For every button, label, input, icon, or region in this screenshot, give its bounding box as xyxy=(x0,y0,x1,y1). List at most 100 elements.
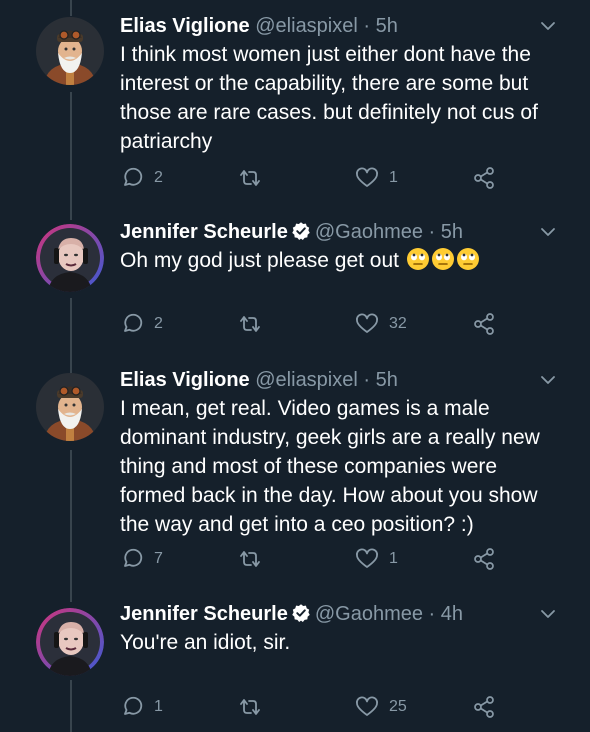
share-button[interactable] xyxy=(472,166,496,190)
tweet-text-line: I mean, get real. Video games is a male xyxy=(120,397,490,420)
user-handle[interactable]: @Gaohmee xyxy=(315,221,423,243)
display-name[interactable]: Jennifer Scheurle xyxy=(120,603,288,625)
share-icon xyxy=(474,696,494,718)
reply-count: 2 xyxy=(154,315,163,332)
thread-line xyxy=(70,450,72,602)
reply-button[interactable]: 1 xyxy=(120,695,163,719)
tweet-text-line: You're an idiot, sir. xyxy=(120,631,291,654)
avatar[interactable] xyxy=(36,608,104,676)
user-handle[interactable]: @Gaohmee xyxy=(315,603,423,625)
tweet-text-line: those are rare cases. but definitely not… xyxy=(120,101,538,124)
avatar[interactable] xyxy=(36,224,104,292)
display-name[interactable]: Elias Viglione xyxy=(120,15,250,37)
chevron-down-icon[interactable] xyxy=(540,372,556,388)
reply-icon xyxy=(124,313,143,332)
like-count: 25 xyxy=(389,698,407,715)
thread-line xyxy=(70,0,72,16)
tweet-actions: 1 25 xyxy=(0,695,590,721)
reply-icon xyxy=(124,696,143,715)
tweet-actions: 7 1 xyxy=(0,547,590,573)
tweet-text-line: formed back in the day. How about you sh… xyxy=(120,484,538,507)
share-button[interactable] xyxy=(472,695,496,719)
reply-button[interactable]: 7 xyxy=(120,547,163,571)
user-handle[interactable]: @eliaspixel xyxy=(255,369,358,391)
thread-line xyxy=(70,92,72,220)
retweet-button[interactable] xyxy=(237,312,273,336)
elias-avatar xyxy=(36,17,104,85)
jennifer-avatar xyxy=(36,224,104,292)
tweet-header: Elias Viglione @eliaspixel · 5h xyxy=(120,12,398,40)
eye-roll-emoji xyxy=(456,248,479,270)
like-button[interactable]: 1 xyxy=(355,547,398,571)
share-icon xyxy=(474,167,494,189)
chevron-down-icon[interactable] xyxy=(540,18,556,34)
separator-dot: · xyxy=(363,15,371,37)
tweet-text: You're an idiot, sir. xyxy=(120,628,565,657)
verified-badge-icon xyxy=(292,222,310,240)
reply-count: 2 xyxy=(154,169,163,186)
tweet-actions: 2 1 xyxy=(0,166,590,192)
chevron-down-icon[interactable] xyxy=(540,606,556,622)
retweet-button[interactable] xyxy=(237,166,273,190)
timestamp[interactable]: 5h xyxy=(376,15,398,37)
like-button[interactable]: 32 xyxy=(355,312,407,336)
retweet-icon xyxy=(240,316,260,332)
retweet-icon xyxy=(240,551,260,567)
display-name[interactable]: Elias Viglione xyxy=(120,369,250,391)
like-count: 32 xyxy=(389,315,407,332)
reply-icon xyxy=(124,548,143,567)
verified-badge-icon xyxy=(292,604,310,622)
display-name[interactable]: Jennifer Scheurle xyxy=(120,221,288,243)
timestamp[interactable]: 5h xyxy=(376,369,398,391)
avatar[interactable] xyxy=(36,17,104,85)
reply-count: 7 xyxy=(154,550,163,567)
retweet-icon xyxy=(240,170,260,186)
share-button[interactable] xyxy=(472,312,496,336)
tweet-text-line: dominant industry, geek girls are a real… xyxy=(120,426,540,449)
heart-icon xyxy=(356,548,378,568)
tweet-text-line: the way and get into a ceo position? :) xyxy=(120,513,474,536)
separator-dot: · xyxy=(428,603,436,625)
timestamp[interactable]: 4h xyxy=(441,603,463,625)
tweet-text: I mean, get real. Video games is a male … xyxy=(120,394,565,539)
heart-icon xyxy=(356,696,378,716)
user-handle[interactable]: @eliaspixel xyxy=(255,15,358,37)
retweet-button[interactable] xyxy=(237,695,273,719)
like-button[interactable]: 1 xyxy=(355,166,398,190)
heart-icon xyxy=(356,313,378,333)
jennifer-avatar xyxy=(36,608,104,676)
eye-roll-emoji xyxy=(431,248,454,270)
tweet-actions: 2 32 xyxy=(0,312,590,338)
tweet-text: Oh my god just please get out xyxy=(120,246,565,275)
tweet-text-line: I think most women just either dont have… xyxy=(120,43,531,66)
share-icon xyxy=(474,548,494,570)
tweet-text-line: patriarchy xyxy=(120,130,213,153)
avatar[interactable] xyxy=(36,373,104,441)
timestamp[interactable]: 5h xyxy=(441,221,463,243)
retweet-button[interactable] xyxy=(237,547,273,571)
reply-button[interactable]: 2 xyxy=(120,312,163,336)
tweet-header: Jennifer Scheurle @Gaohmee · 4h xyxy=(120,600,463,628)
tweet-text-line: thing and most of these companies were xyxy=(120,455,498,478)
reply-count: 1 xyxy=(154,698,163,715)
reply-button[interactable]: 2 xyxy=(120,166,163,190)
retweet-icon xyxy=(240,699,260,715)
heart-icon xyxy=(356,167,378,187)
tweet-header: Elias Viglione @eliaspixel · 5h xyxy=(120,366,398,394)
like-button[interactable]: 25 xyxy=(355,695,407,719)
like-count: 1 xyxy=(389,169,398,186)
chevron-down-icon[interactable] xyxy=(540,224,556,240)
like-count: 1 xyxy=(389,550,398,567)
tweet-header: Jennifer Scheurle @Gaohmee · 5h xyxy=(120,218,463,246)
tweet-text-line: Oh my god just please get out xyxy=(120,246,565,275)
separator-dot: · xyxy=(363,369,371,391)
tweet-text-line: interest or the capability, there are so… xyxy=(120,72,529,95)
share-button[interactable] xyxy=(472,547,496,571)
reply-icon xyxy=(124,167,143,186)
eye-roll-emoji xyxy=(406,248,429,270)
elias-avatar xyxy=(36,373,104,441)
tweet-text-content: Oh my god just please get out xyxy=(120,249,399,272)
tweet-text: I think most women just either dont have… xyxy=(120,40,565,156)
separator-dot: · xyxy=(428,221,436,243)
share-icon xyxy=(474,313,494,335)
